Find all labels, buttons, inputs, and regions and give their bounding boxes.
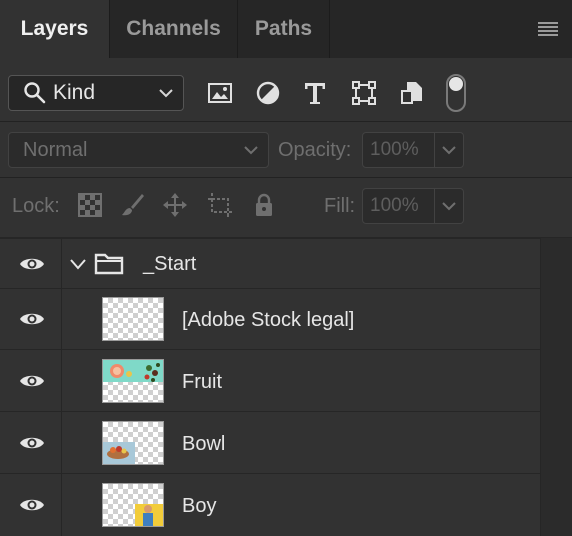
shape-filter-icon[interactable] <box>350 79 378 107</box>
filter-kind-label: Kind <box>53 81 96 104</box>
toggle-knob <box>449 77 463 91</box>
lock-all-icon[interactable] <box>251 192 277 218</box>
layer-thumbnail <box>102 297 164 341</box>
chevron-down-icon <box>442 146 456 155</box>
layer-thumbnail <box>102 359 164 403</box>
eye-icon[interactable] <box>19 372 45 390</box>
eye-icon[interactable] <box>19 310 45 328</box>
tab-layers[interactable]: Layers <box>0 0 110 58</box>
layers-scrollbar[interactable] <box>540 238 572 536</box>
fruit-image-thumbnail <box>103 360 163 382</box>
lock-label: Lock: <box>12 195 60 217</box>
fill-input[interactable]: 100% <box>362 188 435 224</box>
opacity-label: Opacity: <box>278 139 352 161</box>
layer-row-boy[interactable]: Boy <box>0 474 540 536</box>
boy-image-thumbnail <box>135 504 163 526</box>
layer-row-fruit[interactable]: Fruit <box>0 350 540 412</box>
filter-kind-select[interactable]: Kind <box>8 75 184 111</box>
visibility-cell <box>0 350 62 411</box>
layer-name: _Start <box>143 253 197 275</box>
layer-row-adobe-stock-legal[interactable]: [Adobe Stock legal] <box>0 289 540 350</box>
type-filter-icon[interactable] <box>301 79 329 107</box>
bowl-image-thumbnail <box>103 442 135 464</box>
lock-position-move-icon[interactable] <box>162 192 188 218</box>
opacity-input[interactable]: 100% <box>362 132 435 168</box>
eye-icon[interactable] <box>19 434 45 452</box>
tab-paths[interactable]: Paths <box>238 0 330 58</box>
layer-name: [Adobe Stock legal] <box>182 309 355 331</box>
visibility-cell <box>0 239 62 288</box>
layer-row-bowl[interactable]: Bowl <box>0 412 540 474</box>
tab-bar: Layers Channels Paths <box>0 0 572 58</box>
image-filter-icon[interactable] <box>206 79 234 107</box>
chevron-down-icon[interactable] <box>68 254 88 274</box>
tab-channels[interactable]: Channels <box>110 0 238 58</box>
layer-name: Boy <box>182 495 217 517</box>
eye-icon[interactable] <box>19 255 45 273</box>
adjustment-filter-icon[interactable] <box>254 79 282 107</box>
layer-name: Fruit <box>182 371 222 393</box>
smart-object-filter-icon[interactable] <box>398 79 426 107</box>
fill-dropdown[interactable] <box>435 188 464 224</box>
blend-mode-select[interactable]: Normal <box>8 132 269 168</box>
chevron-down-icon <box>159 89 173 98</box>
layer-thumbnail <box>102 483 164 527</box>
layer-thumbnail <box>102 421 164 465</box>
lock-transparent-pixels-icon[interactable] <box>77 192 103 218</box>
panel-menu-icon[interactable] <box>538 22 558 36</box>
fill-label: Fill: <box>324 195 356 217</box>
chevron-down-icon <box>442 202 456 211</box>
layer-name: Bowl <box>182 433 226 455</box>
lock-image-pixels-brush-icon[interactable] <box>120 192 146 218</box>
opacity-dropdown[interactable] <box>435 132 464 168</box>
visibility-cell <box>0 412 62 473</box>
folder-icon <box>94 253 124 275</box>
layers-panel: Layers Channels Paths Kind Normal Opacit… <box>0 0 572 536</box>
blend-mode-label: Normal <box>23 138 88 161</box>
lock-artboard-icon[interactable] <box>207 192 233 218</box>
visibility-cell <box>0 289 62 349</box>
visibility-cell <box>0 474 62 536</box>
filter-toggle[interactable] <box>446 74 466 112</box>
search-icon <box>24 82 46 104</box>
eye-icon[interactable] <box>19 496 45 514</box>
layer-row-group-start[interactable]: _Start <box>0 239 540 289</box>
chevron-down-icon <box>244 146 258 155</box>
